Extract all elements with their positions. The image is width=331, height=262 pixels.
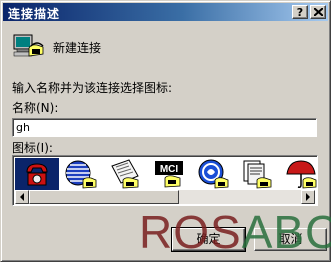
scroll-left-button[interactable] <box>15 190 29 204</box>
icon-picker-list[interactable]: MCI <box>12 155 318 206</box>
newspaper-phone-icon[interactable] <box>103 158 147 190</box>
instruction-text: 输入名称并为该连接选择图标: <box>12 81 173 95</box>
title-bar: 连接描述 ? <box>3 3 328 21</box>
name-input[interactable]: gh <box>12 118 317 137</box>
close-icon <box>314 8 323 16</box>
connection-description-dialog: 连接描述 ? 新建连接 输入名称并为该连接选择图标: 名称(N): gh 图标(… <box>0 0 331 262</box>
horizontal-scrollbar[interactable] <box>15 190 315 204</box>
window-title: 连接描述 <box>8 7 61 21</box>
mci-phone-graphic: MCI <box>155 161 183 188</box>
name-field-label: 名称(N): <box>12 101 59 115</box>
red-phone-icon[interactable] <box>15 158 59 190</box>
red-phone-graphic <box>26 163 48 186</box>
icon-picker-label: 图标(I): <box>12 141 53 155</box>
ok-button[interactable]: 确定 <box>171 227 246 252</box>
ge-logo-phone-graphic <box>198 159 229 189</box>
cancel-button[interactable]: 取消 <box>254 228 327 251</box>
globe-phone-icon[interactable] <box>59 158 103 190</box>
umbrella-phone-icon[interactable] <box>279 158 317 190</box>
mci-phone-icon[interactable]: MCI <box>147 158 191 190</box>
help-icon: ? <box>296 6 304 19</box>
connection-name-label: 新建连接 <box>53 41 102 55</box>
mci-logo-text: MCI <box>160 164 179 175</box>
help-button[interactable]: ? <box>292 5 308 19</box>
arrow-left-icon <box>20 193 24 201</box>
newspaper-phone-graphic <box>111 159 139 189</box>
documents-phone-graphic <box>243 160 272 189</box>
scroll-right-button[interactable] <box>301 190 315 204</box>
globe-phone-graphic <box>65 160 97 189</box>
ge-logo-phone-icon[interactable] <box>191 158 235 190</box>
documents-phone-icon[interactable] <box>235 158 279 190</box>
umbrella-phone-graphic <box>286 160 317 189</box>
scroll-thumb[interactable] <box>29 190 179 204</box>
close-button[interactable] <box>310 5 326 19</box>
arrow-right-icon <box>306 193 310 201</box>
network-computer-icon <box>13 34 44 57</box>
